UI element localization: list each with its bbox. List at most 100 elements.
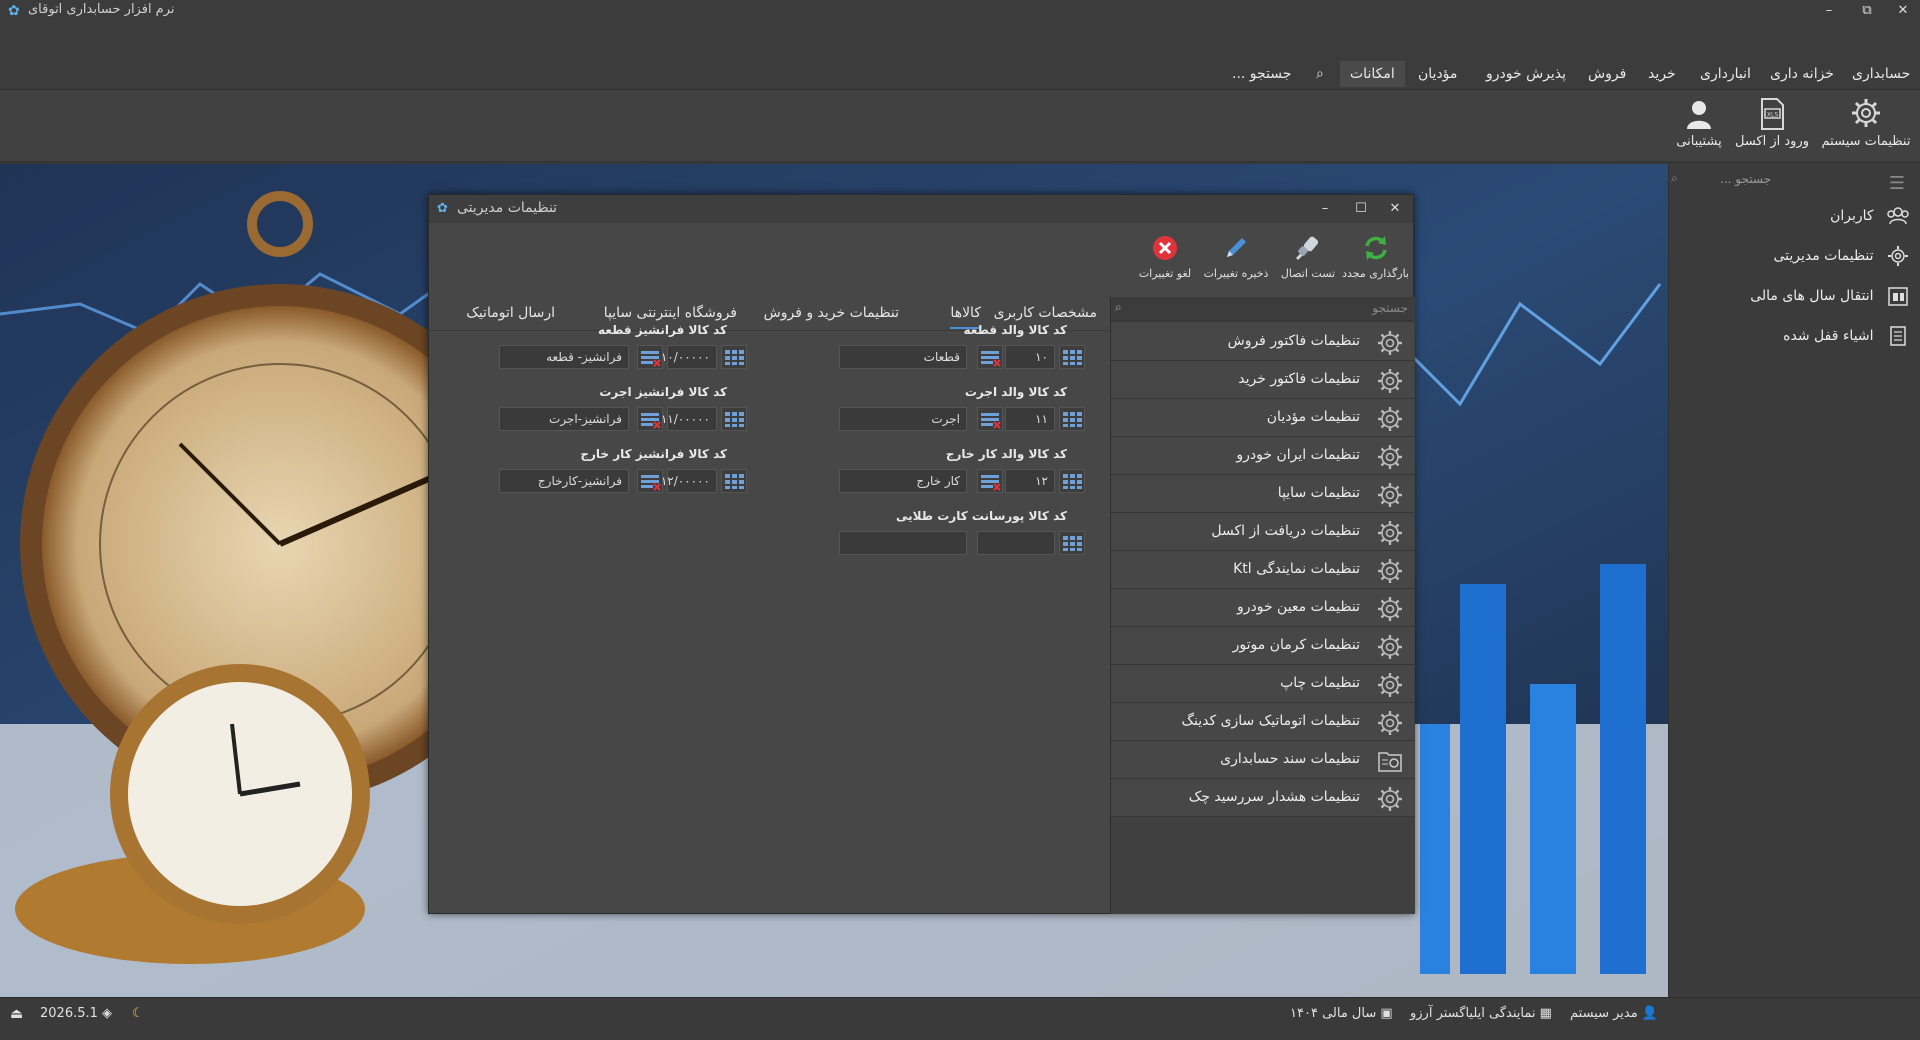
settings-list-item[interactable]: تنظیمات فاکتور خرید <box>1111 361 1414 399</box>
building-icon: ▦ <box>1539 1006 1552 1021</box>
settings-list-item[interactable]: تنظیمات هشدار سررسید چک <box>1111 779 1414 817</box>
save-changes-button[interactable]: ذخیره تغییرات <box>1199 233 1273 280</box>
settings-list-item[interactable]: تنظیمات ایران خودرو <box>1111 437 1414 475</box>
menu-bar: حسابداری خزانه داری انبارداری خرید فروش … <box>0 24 1920 90</box>
clear-list-icon <box>981 351 1001 367</box>
franchise-code-input[interactable]: ۱۲/۰۰۰۰۰ <box>661 469 717 493</box>
menu-car-reception[interactable]: پذیرش خودرو <box>1486 61 1566 87</box>
gear-icon <box>1378 559 1402 583</box>
grid-icon <box>725 412 744 427</box>
settings-list-item[interactable]: تنظیمات سند حسابداری <box>1111 741 1414 779</box>
settings-list-item[interactable]: تنظیمات مؤدیان <box>1111 399 1414 437</box>
dialog-close-button[interactable]: ✕ <box>1381 197 1409 221</box>
tab-auto-send[interactable]: ارسال اتوماتیک <box>466 305 555 321</box>
system-settings-button[interactable]: تنظیمات سیستم <box>1818 96 1914 160</box>
menu-features[interactable]: امکانات <box>1340 61 1405 87</box>
field-label: کد کالا فرانشیز کار خارج <box>580 447 727 461</box>
cancel-changes-label: لغو تغییرات <box>1138 267 1192 280</box>
menu-purchase[interactable]: خرید <box>1648 61 1676 87</box>
parent-code-input[interactable]: ۱۲ <box>1005 469 1055 493</box>
settings-list-item-label: تنظیمات دریافت از اکسل <box>1211 523 1360 539</box>
lookup-grid-button[interactable] <box>1059 407 1085 431</box>
clear-list-icon <box>981 475 1001 491</box>
reload-label: بارگذاری مجدد <box>1342 267 1409 280</box>
restore-button[interactable]: ⧉ <box>1850 0 1884 24</box>
menu-treasury[interactable]: خزانه داری <box>1770 61 1834 87</box>
parent-name-input[interactable]: کار خارج <box>839 469 967 493</box>
dialog-minimize-button[interactable]: – <box>1311 197 1339 221</box>
minimize-button[interactable]: – <box>1812 0 1846 24</box>
gear-icon <box>1378 445 1402 469</box>
menu-lines-icon[interactable]: ☰ <box>1889 173 1905 194</box>
dialog-title-bar: ✿ تنظیمات مدیریتی – ☐ ✕ <box>429 195 1413 223</box>
menu-search[interactable]: جستجو ... <box>1232 61 1291 87</box>
settings-list-item[interactable]: تنظیمات دریافت از اکسل <box>1111 513 1414 551</box>
clear-field-button[interactable] <box>977 345 1003 369</box>
field-label: کد کالا پورسانت کارت طلایی <box>895 509 1067 523</box>
user-icon: 👤 <box>1641 1006 1659 1021</box>
menu-sales[interactable]: فروش <box>1588 61 1626 87</box>
parent-name-input[interactable]: قطعات <box>839 345 967 369</box>
status-dealer-label: نمایندگی ایلیاگستر آرزو <box>1410 1006 1536 1021</box>
menu-inventory[interactable]: انبارداری <box>1700 61 1751 87</box>
rp-item-locked-objects-label: اشیاء قفل شده <box>1783 328 1874 344</box>
parent-code-input[interactable] <box>977 531 1055 555</box>
clear-field-button[interactable] <box>637 407 663 431</box>
franchise-name-input[interactable]: فرانشیز-اجرت <box>499 407 629 431</box>
lookup-grid-button[interactable] <box>1059 531 1085 555</box>
clear-list-icon <box>981 413 1001 429</box>
franchise-name-input[interactable]: فرانشیز-کارخارج <box>499 469 629 493</box>
field-label: کد کالا والد اجرت <box>964 385 1067 399</box>
status-network-icon: ⏏ <box>10 1006 24 1022</box>
excel-import-button[interactable]: XLS ورود از اکسل <box>1734 96 1810 160</box>
rp-item-locked-objects[interactable]: اشیاء قفل شده <box>1783 322 1910 350</box>
parent-code-input[interactable]: ۱۱ <box>1005 407 1055 431</box>
clear-field-button[interactable] <box>977 407 1003 431</box>
lookup-grid-button[interactable] <box>721 345 747 369</box>
parent-name-input[interactable] <box>839 531 967 555</box>
rp-item-management-settings[interactable]: تنظیمات مدیریتی <box>1773 242 1910 270</box>
dialog-maximize-button[interactable]: ☐ <box>1347 197 1375 221</box>
right-panel-search[interactable]: ☰ جستجو ... ⌕ <box>1669 169 1920 194</box>
clear-field-button[interactable] <box>637 345 663 369</box>
reload-button[interactable]: بارگذاری مجدد <box>1342 233 1409 280</box>
settings-list-search[interactable]: جستجو ⌕ <box>1111 297 1414 321</box>
support-button[interactable]: پشتیبانی <box>1668 96 1730 160</box>
lookup-grid-button[interactable] <box>1059 345 1085 369</box>
franchise-code-input[interactable]: ۱۰/۰۰۰۰۰ <box>661 345 717 369</box>
lookup-grid-button[interactable] <box>721 469 747 493</box>
lookup-grid-button[interactable] <box>1059 469 1085 493</box>
tab-saipa-online-store[interactable]: فروشگاه اینترنتی سایپا <box>604 305 737 321</box>
lookup-grid-button[interactable] <box>721 407 747 431</box>
settings-list-item-label: تنظیمات ایران خودرو <box>1236 447 1360 463</box>
moon-icon[interactable]: ☾ <box>132 1006 144 1021</box>
clear-field-button[interactable] <box>637 469 663 493</box>
status-dealer: ▦ نمایندگی ایلیاگستر آرزو <box>1410 1006 1552 1021</box>
parent-code-input[interactable]: ۱۰ <box>1005 345 1055 369</box>
cancel-changes-button[interactable]: لغو تغییرات <box>1135 233 1195 280</box>
search-icon[interactable]: ⌕ <box>1316 61 1324 87</box>
settings-list-item[interactable]: تنظیمات اتوماتیک سازی کدینگ <box>1111 703 1414 741</box>
franchise-name-input[interactable]: فرانشیز- قطعه <box>499 345 629 369</box>
rp-item-fiscal-transfer[interactable]: انتقال سال های مالی <box>1750 282 1910 310</box>
test-connection-label: تست اتصال <box>1280 267 1336 280</box>
settings-list-item[interactable]: تنظیمات چاپ <box>1111 665 1414 703</box>
parent-name-input[interactable]: اجرت <box>839 407 967 431</box>
status-fiscal-year-label: سال مالی ۱۴۰۴ <box>1290 1006 1377 1021</box>
settings-list-item[interactable]: تنظیمات نمایندگی Ktl <box>1111 551 1414 589</box>
tab-user-profile[interactable]: مشخصات کاربری <box>994 305 1097 321</box>
close-button[interactable]: ✕ <box>1886 0 1920 24</box>
settings-list-item[interactable]: تنظیمات فاکتور فروش <box>1111 323 1414 361</box>
search-icon: ⌕ <box>1115 300 1122 314</box>
menu-taxpayers[interactable]: مؤدیان <box>1418 61 1457 87</box>
tab-buy-sell-settings[interactable]: تنظیمات خرید و فروش <box>764 305 899 321</box>
settings-list-item[interactable]: تنظیمات معین خودرو <box>1111 589 1414 627</box>
settings-list-item[interactable]: تنظیمات سایپا <box>1111 475 1414 513</box>
settings-list-item[interactable]: تنظیمات کرمان موتور <box>1111 627 1414 665</box>
settings-list-item-label: تنظیمات معین خودرو <box>1236 599 1360 615</box>
franchise-code-input[interactable]: ۱۱/۰۰۰۰۰ <box>661 407 717 431</box>
test-connection-button[interactable]: تست اتصال <box>1277 233 1339 280</box>
menu-accounting[interactable]: حسابداری <box>1852 61 1910 87</box>
rp-item-users[interactable]: کاربران <box>1830 202 1910 230</box>
clear-field-button[interactable] <box>977 469 1003 493</box>
